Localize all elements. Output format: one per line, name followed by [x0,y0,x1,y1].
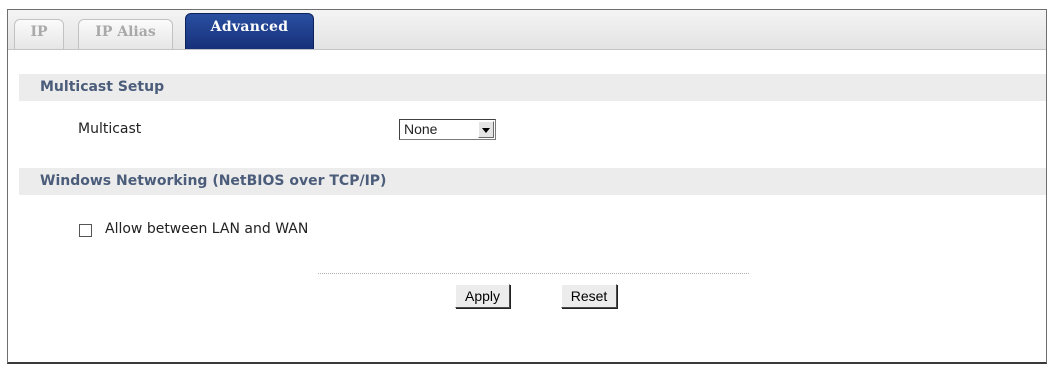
multicast-label: Multicast [78,121,142,137]
tab-ip-alias[interactable]: IP Alias [78,19,173,49]
allow-lan-wan-label: Allow between LAN and WAN [105,221,309,237]
allow-lan-wan-checkbox[interactable] [79,224,92,237]
multicast-select[interactable]: None [399,119,496,140]
multicast-setup-header: Multicast Setup [19,74,1046,101]
tab-bar: IP IP Alias Advanced [8,10,1046,50]
apply-button[interactable]: Apply [455,284,510,308]
reset-button[interactable]: Reset [561,284,617,308]
tab-advanced[interactable]: Advanced [185,13,314,49]
windows-networking-header: Windows Networking (NetBIOS over TCP/IP) [19,168,1046,195]
chevron-down-icon[interactable] [478,121,494,138]
divider [318,273,749,274]
advanced-settings-panel: IP IP Alias Advanced Multicast Setup Mul… [7,9,1047,364]
tab-ip[interactable]: IP [14,19,64,49]
multicast-select-value: None [404,121,438,137]
